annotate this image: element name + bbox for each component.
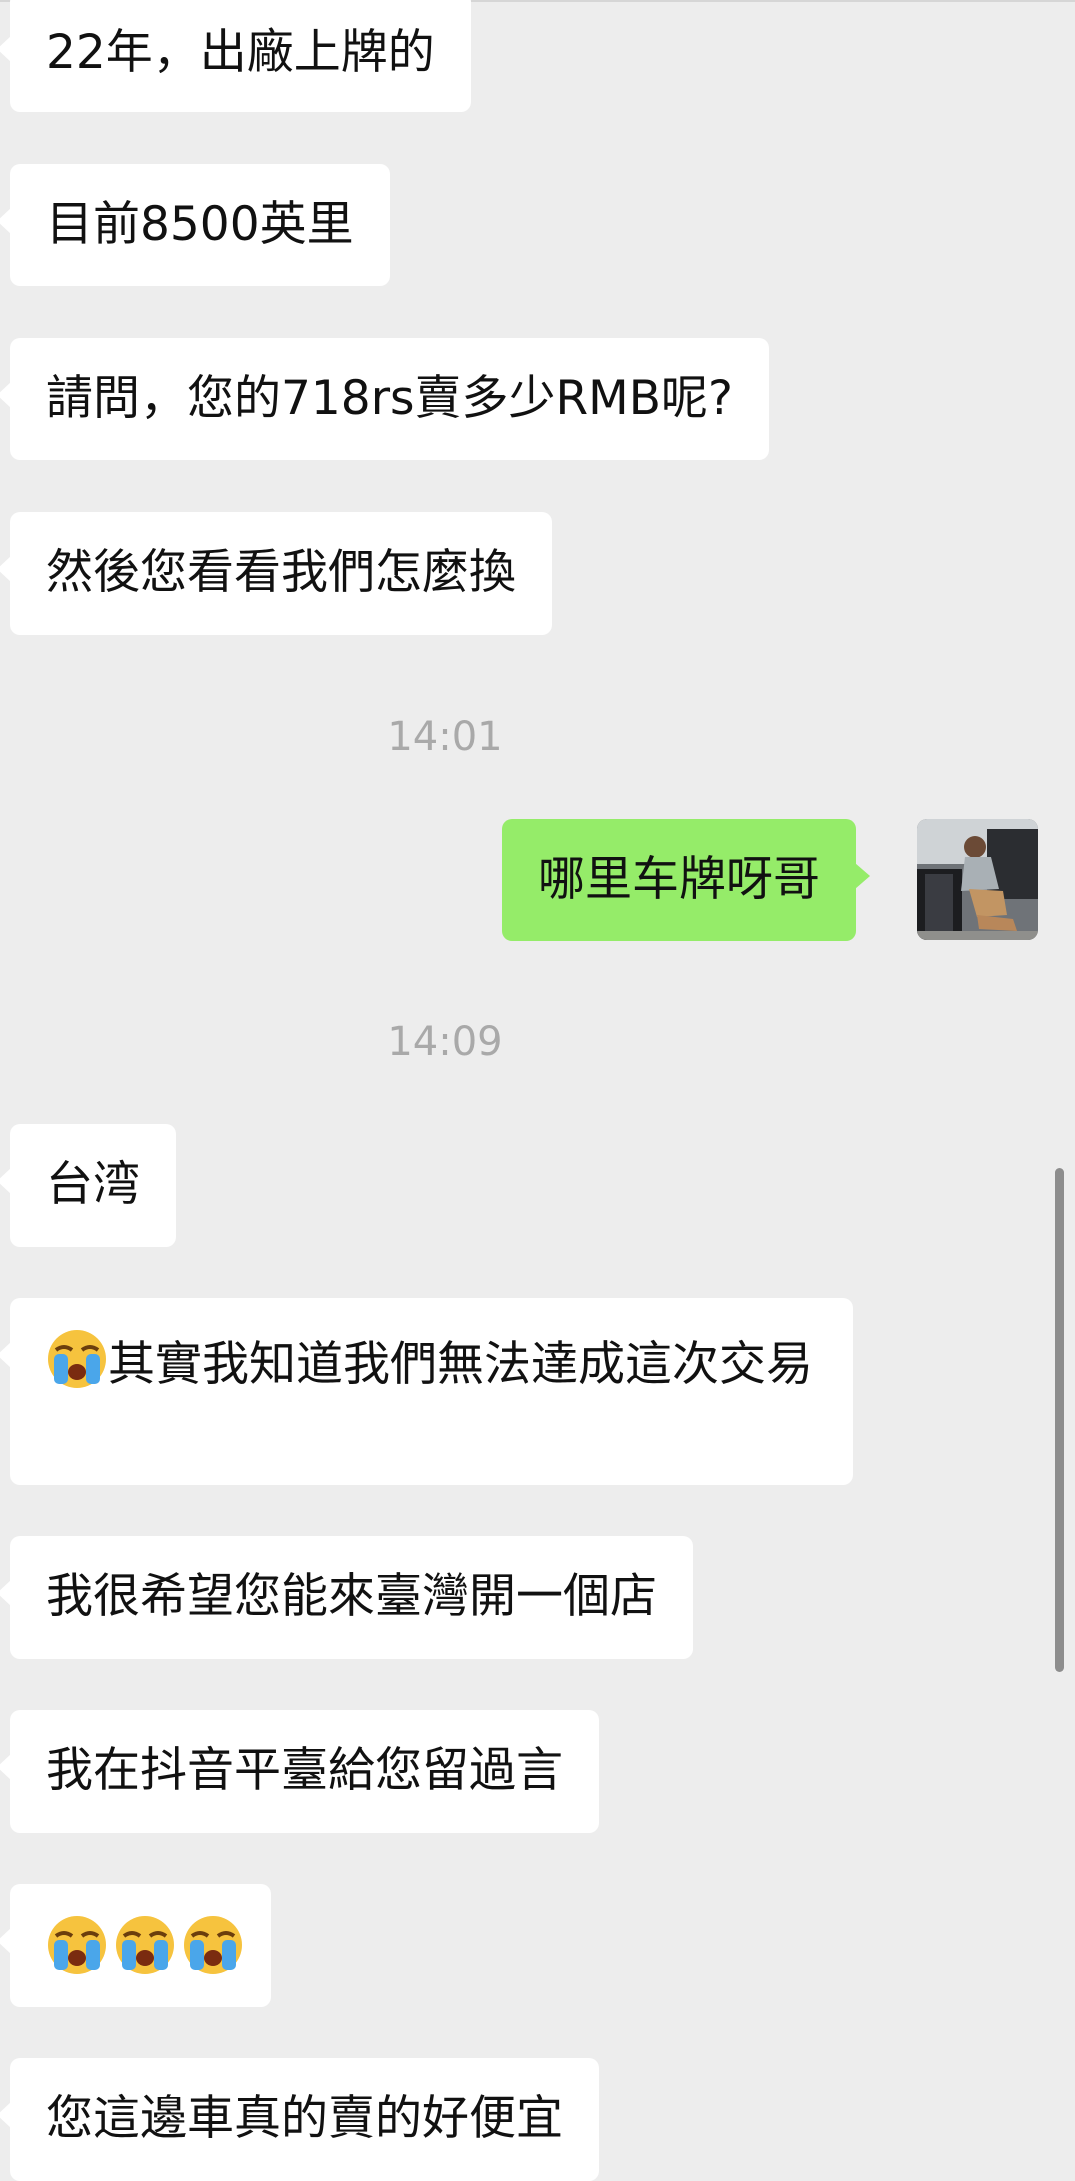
message-bubble-sent[interactable]: 哪里车牌呀哥 [502, 819, 870, 941]
message-bubble-received[interactable]: 其實我知道我們無法達成這次交易 [0, 1298, 853, 1485]
loudly-crying-face-icon [182, 1914, 244, 1992]
loudly-crying-face-icon [46, 1914, 108, 1992]
message-text: 您這邊車真的賣的好便宜 [46, 2091, 563, 2146]
avatar[interactable] [917, 819, 1038, 940]
message-text: 請問，您的718rs賣多少RMB呢? [46, 371, 733, 426]
loudly-crying-face-icon [46, 1328, 108, 1405]
loudly-crying-face-icon [114, 1914, 176, 1992]
avatar-image [917, 819, 1038, 940]
timestamp: 14:01 [387, 714, 503, 760]
message-text: 台湾 [46, 1157, 140, 1212]
message-text: 我在抖音平臺給您留過言 [46, 1743, 563, 1798]
message-text: 目前8500英里 [46, 197, 354, 252]
timestamp: 14:09 [387, 1019, 503, 1065]
message-bubble-received[interactable]: 我在抖音平臺給您留過言 [0, 1710, 599, 1833]
message-bubble-received[interactable]: 然後您看看我們怎麼換 [0, 512, 552, 635]
message-text: 我很希望您能來臺灣開一個店 [46, 1569, 657, 1624]
message-text: 然後您看看我們怎麼換 [46, 545, 516, 600]
message-text: 22年，出廠上牌的 [46, 25, 435, 80]
message-bubble-received[interactable]: 我很希望您能來臺灣開一個店 [0, 1536, 693, 1659]
message-text: 其實我知道我們無法達成這次交易 [108, 1337, 813, 1392]
message-bubble-received[interactable]: 台湾 [0, 1124, 176, 1247]
message-bubble-received[interactable]: 請問，您的718rs賣多少RMB呢? [0, 338, 769, 460]
message-bubble-received[interactable]: 您這邊車真的賣的好便宜 [0, 2058, 599, 2181]
message-bubble-received[interactable] [0, 1884, 271, 2007]
message-bubble-received[interactable]: 目前8500英里 [0, 164, 390, 286]
message-text: 哪里车牌呀哥 [538, 852, 820, 907]
scrollbar[interactable] [1055, 1168, 1064, 1672]
message-bubble-received[interactable]: 22年，出廠上牌的 [0, 0, 471, 112]
